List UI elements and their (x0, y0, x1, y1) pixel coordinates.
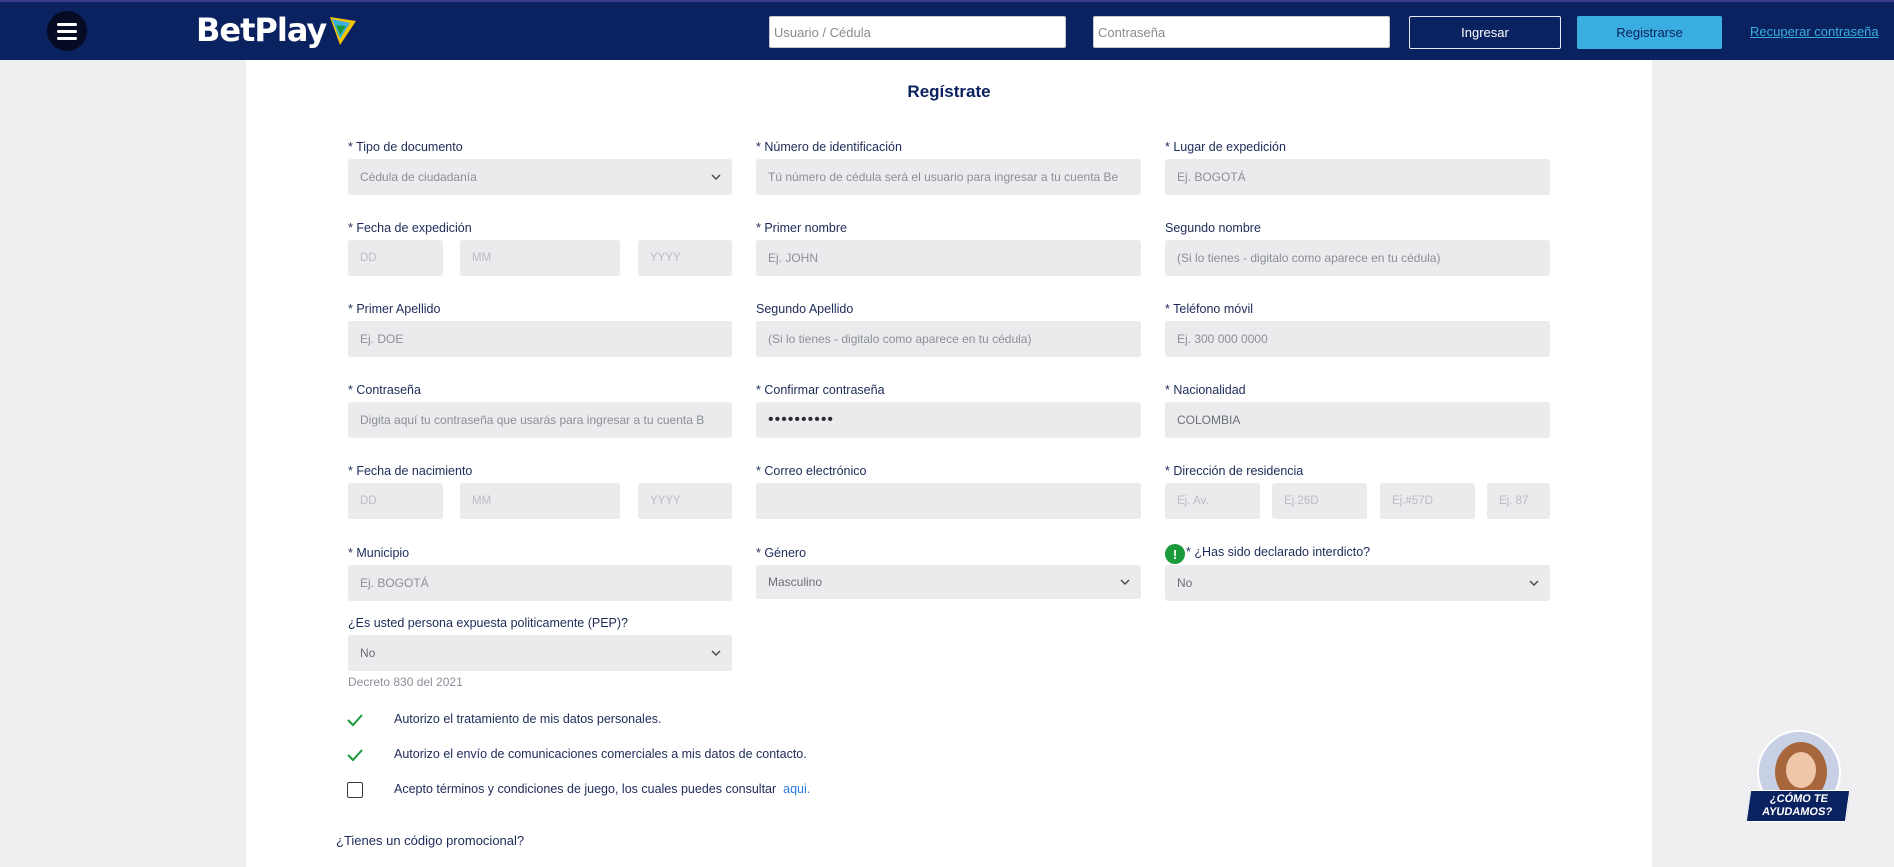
mobile-input[interactable]: Ej. 300 000 0000 (1165, 321, 1550, 357)
second-name-input[interactable]: (Si lo tienes - digitalo como aparece en… (1165, 240, 1550, 276)
help-caption-line1: ¿CÓMO TE (1769, 793, 1829, 805)
issue-day-input[interactable]: DD (348, 240, 443, 276)
birth-day-input[interactable]: DD (348, 483, 443, 519)
username-input[interactable] (769, 16, 1066, 48)
chevron-down-icon (711, 174, 721, 180)
consent-terms[interactable]: Acepto términos y condiciones de juego, … (346, 780, 810, 800)
birth-date-label: * Fecha de nacimiento (348, 464, 473, 478)
nationality-field[interactable]: COLOMBIA (1165, 402, 1550, 438)
interdict-label: * ¿Has sido declarado interdicto? (1186, 545, 1371, 559)
doc-type-label: * Tipo de documento (348, 140, 463, 154)
birth-month-input[interactable]: MM (460, 483, 620, 519)
register-button[interactable]: Registrarse (1577, 16, 1722, 49)
second-surname-input[interactable]: (Si lo tienes - digitalo como aparece en… (756, 321, 1141, 357)
help-chat-widget[interactable]: ¿CÓMO TE AYUDAMOS? (1745, 730, 1851, 828)
gender-label: * Género (756, 546, 807, 560)
first-surname-label: * Primer Apellido (348, 302, 441, 316)
gender-value: Masculino (768, 575, 823, 589)
issue-place-input[interactable]: Ej. BOGOTÁ (1165, 159, 1550, 195)
registration-panel: Regístrate * Tipo de documento Cédula de… (246, 60, 1652, 867)
email-label: * Correo electrónico (756, 464, 867, 478)
password-field[interactable]: Digita aquí tu contraseña que usarás par… (348, 402, 732, 438)
consent-data-treatment-text: Autorizo el tratamiento de mis datos per… (394, 712, 662, 726)
chevron-down-icon (1120, 579, 1130, 585)
consent-data-treatment[interactable]: Autorizo el tratamiento de mis datos per… (346, 710, 662, 730)
pep-label: ¿Es usted persona expuesta politicamente… (348, 616, 629, 630)
checkmark-icon[interactable] (346, 711, 364, 729)
confirm-password-label: * Confirmar contraseña (756, 383, 885, 397)
id-number-input[interactable]: Tú número de cédula será el usuario para… (756, 159, 1141, 195)
first-name-input[interactable]: Ej. JOHN (756, 240, 1141, 276)
pep-select[interactable]: No (348, 635, 732, 671)
municipality-input[interactable]: Ej. BOGOTÁ (348, 565, 732, 601)
logo-text: BetPlay (196, 11, 327, 49)
page-title: Regístrate (907, 82, 991, 101)
info-icon[interactable]: ! (1165, 544, 1185, 564)
interdict-value: No (1177, 576, 1193, 590)
login-button[interactable]: Ingresar (1409, 16, 1561, 49)
hamburger-menu-icon[interactable] (47, 11, 87, 51)
issue-date-label: * Fecha de expedición (348, 221, 472, 235)
terms-checkbox[interactable] (346, 781, 364, 799)
consent-commercial-comms-text: Autorizo el envío de comunicaciones come… (394, 747, 807, 761)
terms-link[interactable]: aqui. (783, 782, 810, 796)
issue-place-label: * Lugar de expedición (1165, 140, 1286, 154)
chevron-down-icon (1529, 580, 1539, 586)
consent-terms-label: Acepto términos y condiciones de juego, … (394, 782, 777, 796)
pep-value: No (360, 646, 376, 660)
issue-month-input[interactable]: MM (460, 240, 620, 276)
recover-password-link[interactable]: Recuperar contraseña (1750, 24, 1879, 39)
issue-year-input[interactable]: YYYY (638, 240, 732, 276)
top-navbar: BetPlay Ingresar Registrarse Recuperar c… (0, 0, 1894, 60)
second-name-label: Segundo nombre (1165, 221, 1261, 235)
consent-commercial-comms[interactable]: Autorizo el envío de comunicaciones come… (346, 745, 807, 765)
nationality-label: * Nacionalidad (1165, 383, 1246, 397)
doc-type-select[interactable]: Cédula de ciudadanía (348, 159, 732, 195)
address-label: * Dirección de residencia (1165, 464, 1304, 478)
second-surname-label: Segundo Apellido (756, 302, 854, 316)
email-input[interactable] (756, 483, 1141, 519)
password-label: * Contraseña (348, 383, 421, 397)
help-caption: ¿CÓMO TE AYUDAMOS? (1745, 790, 1851, 822)
interdict-select[interactable]: No (1165, 565, 1550, 601)
betplay-logo[interactable]: BetPlay (196, 10, 358, 50)
checkmark-icon[interactable] (346, 746, 364, 764)
consent-terms-text: Acepto términos y condiciones de juego, … (394, 782, 810, 796)
id-number-label: * Número de identificación (756, 140, 902, 154)
chevron-down-icon (711, 650, 721, 656)
password-input[interactable] (1093, 16, 1390, 48)
address-part3-input[interactable]: Ej.#57D (1380, 483, 1475, 519)
address-part4-input[interactable]: Ej. 87 (1487, 483, 1550, 519)
address-part1-input[interactable]: Ej. Av. (1165, 483, 1260, 519)
birth-year-input[interactable]: YYYY (638, 483, 732, 519)
first-name-label: * Primer nombre (756, 221, 847, 235)
first-surname-input[interactable]: Ej. DOE (348, 321, 732, 357)
logo-swoosh-icon (330, 17, 357, 45)
mobile-label: * Teléfono móvil (1165, 302, 1254, 316)
municipality-label: * Municipio (348, 546, 410, 560)
confirm-password-field[interactable]: •••••••••• (756, 402, 1141, 438)
gender-select[interactable]: Masculino (756, 565, 1141, 599)
promo-code-toggle[interactable]: ¿Tienes un código promocional? (336, 833, 524, 848)
help-caption-line2: AYUDAMOS? (1761, 806, 1833, 818)
doc-type-value: Cédula de ciudadanía (360, 170, 477, 184)
address-part2-input[interactable]: Ej.26D (1272, 483, 1367, 519)
pep-decree-note: Decreto 830 del 2021 (348, 675, 463, 689)
